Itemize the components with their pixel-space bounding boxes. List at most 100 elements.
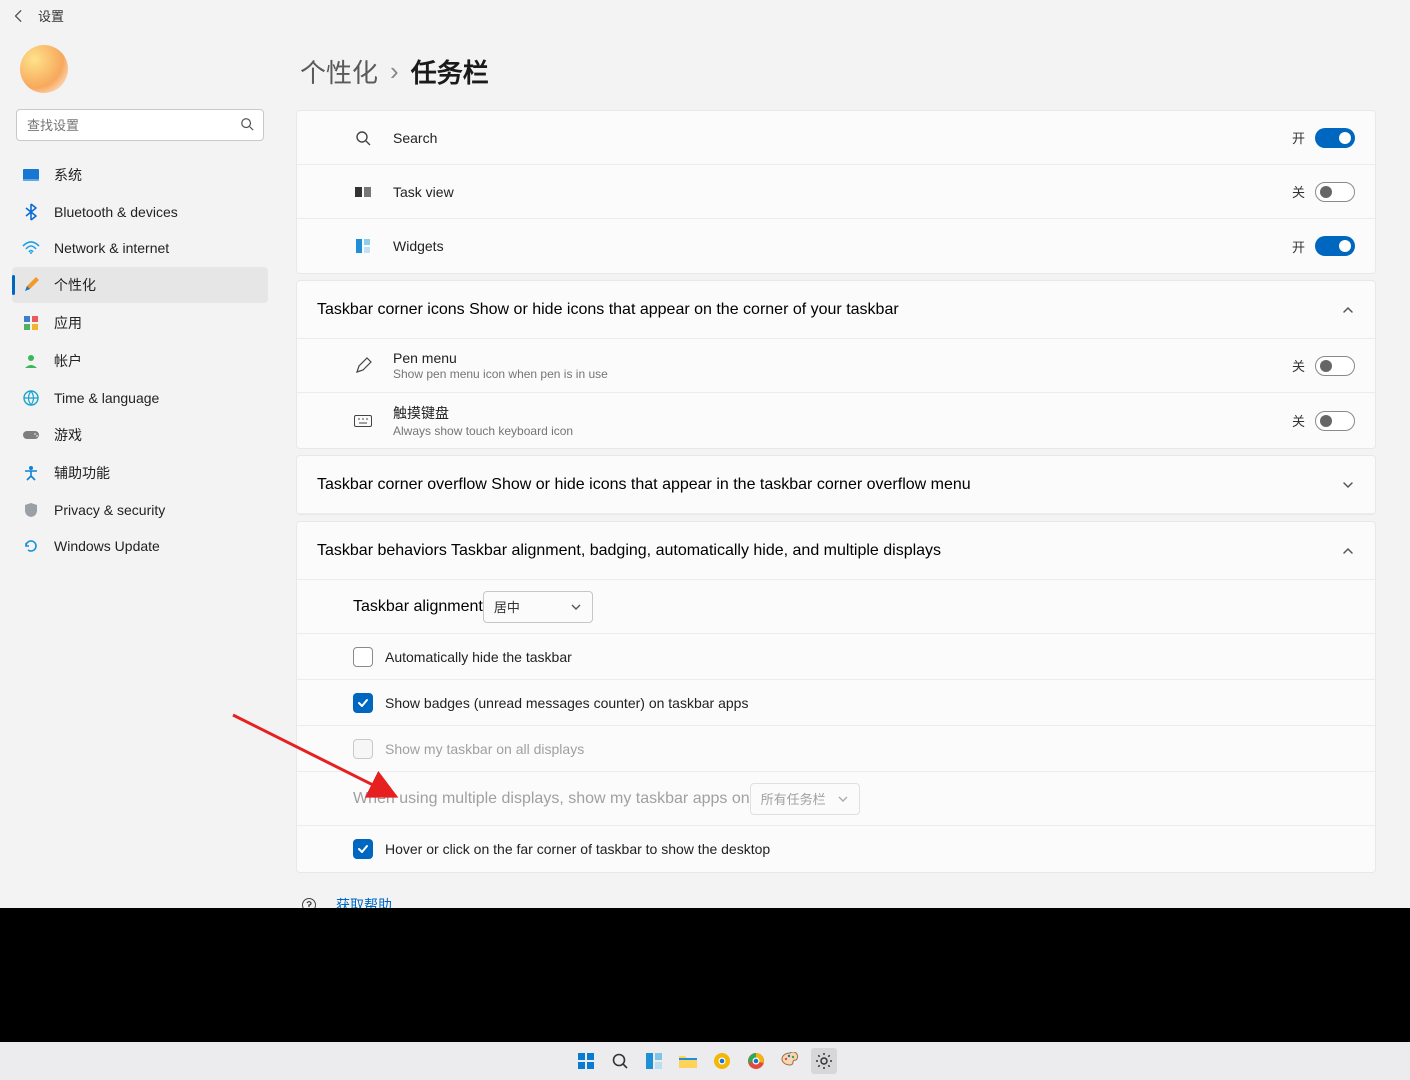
section-subtitle: Taskbar alignment, badging, automaticall…: [451, 542, 941, 559]
row-title: Task view: [393, 184, 1292, 200]
row-multi-display: Show my taskbar on all displays: [297, 726, 1375, 772]
toggle-state: 关: [1292, 356, 1305, 375]
checkbox-show-badges[interactable]: [353, 693, 373, 713]
chevron-down-icon: [837, 793, 849, 805]
dropdown-taskbar-alignment[interactable]: 居中: [483, 591, 593, 623]
section-title: Taskbar corner overflow: [317, 476, 487, 493]
arrow-left-icon: [12, 9, 26, 23]
letterbox-band: [0, 908, 1410, 1042]
sidebar-item-personalization[interactable]: 个性化: [12, 267, 268, 303]
row-title: Taskbar alignment: [353, 598, 483, 615]
sidebar-item-system[interactable]: 系统: [12, 157, 268, 193]
breadcrumb-root[interactable]: 个性化: [300, 53, 378, 90]
taskbar-settings-button[interactable]: [811, 1048, 837, 1074]
row-taskbar-alignment: Taskbar alignment 居中: [297, 580, 1375, 634]
toggle-task-view[interactable]: [1315, 182, 1355, 202]
page-title: 任务栏: [411, 53, 489, 90]
toggle-state: 开: [1292, 237, 1305, 256]
taskbar-paint-button[interactable]: [777, 1048, 803, 1074]
task-view-icon: [353, 182, 373, 202]
section-subtitle: Show or hide icons that appear in the ta…: [491, 476, 970, 493]
sidebar-item-label: 应用: [54, 313, 82, 333]
taskbar: [0, 1042, 1410, 1080]
shield-icon: [22, 501, 40, 519]
avatar[interactable]: [20, 45, 68, 93]
row-multi-where: When using multiple displays, show my ta…: [297, 772, 1375, 826]
globe-icon: [22, 389, 40, 407]
sidebar-item-label: 帐户: [54, 351, 82, 371]
toggle-pen-menu[interactable]: [1315, 356, 1355, 376]
bluetooth-icon: [22, 203, 40, 221]
row-title: Pen menu: [393, 350, 1292, 366]
search-icon: [353, 128, 373, 148]
row-pen-menu: Pen menu Show pen menu icon when pen is …: [297, 339, 1375, 393]
row-widgets: Widgets 开: [297, 219, 1375, 273]
section-corner-icons[interactable]: Taskbar corner icons Show or hide icons …: [297, 281, 1375, 339]
dropdown-value: 居中: [494, 597, 520, 616]
section-subtitle: Show or hide icons that appear on the co…: [469, 301, 899, 318]
search-input[interactable]: [16, 109, 264, 141]
row-title: Widgets: [393, 238, 1292, 254]
row-corner-desktop[interactable]: Hover or click on the far corner of task…: [297, 826, 1375, 872]
sidebar-item-accessibility[interactable]: 辅助功能: [12, 455, 268, 491]
row-title: When using multiple displays, show my ta…: [353, 790, 750, 807]
section-corner-overflow[interactable]: Taskbar corner overflow Show or hide ico…: [297, 456, 1375, 514]
row-show-badges[interactable]: Show badges (unread messages counter) on…: [297, 680, 1375, 726]
taskbar-search-button[interactable]: [607, 1048, 633, 1074]
taskbar-explorer-button[interactable]: [675, 1048, 701, 1074]
check-icon: [357, 697, 369, 709]
checkbox-multi-display: [353, 739, 373, 759]
person-icon: [22, 352, 40, 370]
widgets-icon: [353, 236, 373, 256]
sidebar-item-apps[interactable]: 应用: [12, 305, 268, 341]
sidebar-item-update[interactable]: Windows Update: [12, 529, 268, 563]
section-behaviors[interactable]: Taskbar behaviors Taskbar alignment, bad…: [297, 522, 1375, 580]
toggle-search[interactable]: [1315, 128, 1355, 148]
back-button[interactable]: [10, 7, 28, 25]
accessibility-icon: [22, 464, 40, 482]
section-title: Taskbar behaviors: [317, 542, 447, 559]
sidebar-item-label: Windows Update: [54, 538, 160, 554]
checkbox-auto-hide[interactable]: [353, 647, 373, 667]
sidebar-item-bluetooth[interactable]: Bluetooth & devices: [12, 195, 268, 229]
toggle-state: 关: [1292, 182, 1305, 201]
start-button[interactable]: [573, 1048, 599, 1074]
row-task-view: Task view 关: [297, 165, 1375, 219]
sidebar-item-gaming[interactable]: 游戏: [12, 417, 268, 453]
row-title: 触摸键盘: [393, 403, 1292, 423]
checkbox-label: Hover or click on the far corner of task…: [385, 841, 770, 857]
checkbox-label: Show badges (unread messages counter) on…: [385, 695, 748, 711]
toggle-widgets[interactable]: [1315, 236, 1355, 256]
check-icon: [357, 843, 369, 855]
sidebar-item-label: 游戏: [54, 425, 82, 445]
row-subtitle: Show pen menu icon when pen is in use: [393, 367, 1292, 381]
chevron-up-icon: [1341, 544, 1355, 558]
apps-icon: [22, 314, 40, 332]
dropdown-multi-where: 所有任务栏: [750, 783, 860, 815]
checkbox-label: Automatically hide the taskbar: [385, 649, 572, 665]
update-icon: [22, 537, 40, 555]
sidebar-item-network[interactable]: Network & internet: [12, 231, 268, 265]
sidebar-item-accounts[interactable]: 帐户: [12, 343, 268, 379]
sidebar-item-privacy[interactable]: Privacy & security: [12, 493, 268, 527]
sidebar-item-label: 个性化: [54, 275, 96, 295]
checkbox-corner-desktop[interactable]: [353, 839, 373, 859]
wifi-icon: [22, 239, 40, 257]
gamepad-icon: [22, 426, 40, 444]
chevron-right-icon: ›: [390, 56, 399, 87]
keyboard-icon: [353, 411, 373, 431]
breadcrumb: 个性化 › 任务栏: [296, 53, 1376, 90]
sidebar-item-label: Bluetooth & devices: [54, 204, 178, 220]
taskbar-widgets-button[interactable]: [641, 1048, 667, 1074]
taskbar-chrome-button[interactable]: [743, 1048, 769, 1074]
toggle-touch-keyboard[interactable]: [1315, 411, 1355, 431]
search-icon: [240, 117, 254, 131]
taskbar-chrome-canary-button[interactable]: [709, 1048, 735, 1074]
row-auto-hide[interactable]: Automatically hide the taskbar: [297, 634, 1375, 680]
chevron-down-icon: [570, 601, 582, 613]
sidebar-item-time-language[interactable]: Time & language: [12, 381, 268, 415]
sidebar-item-label: 辅助功能: [54, 463, 110, 483]
sidebar-item-label: Network & internet: [54, 240, 169, 256]
section-title: Taskbar corner icons: [317, 301, 465, 318]
toggle-state: 开: [1292, 128, 1305, 147]
